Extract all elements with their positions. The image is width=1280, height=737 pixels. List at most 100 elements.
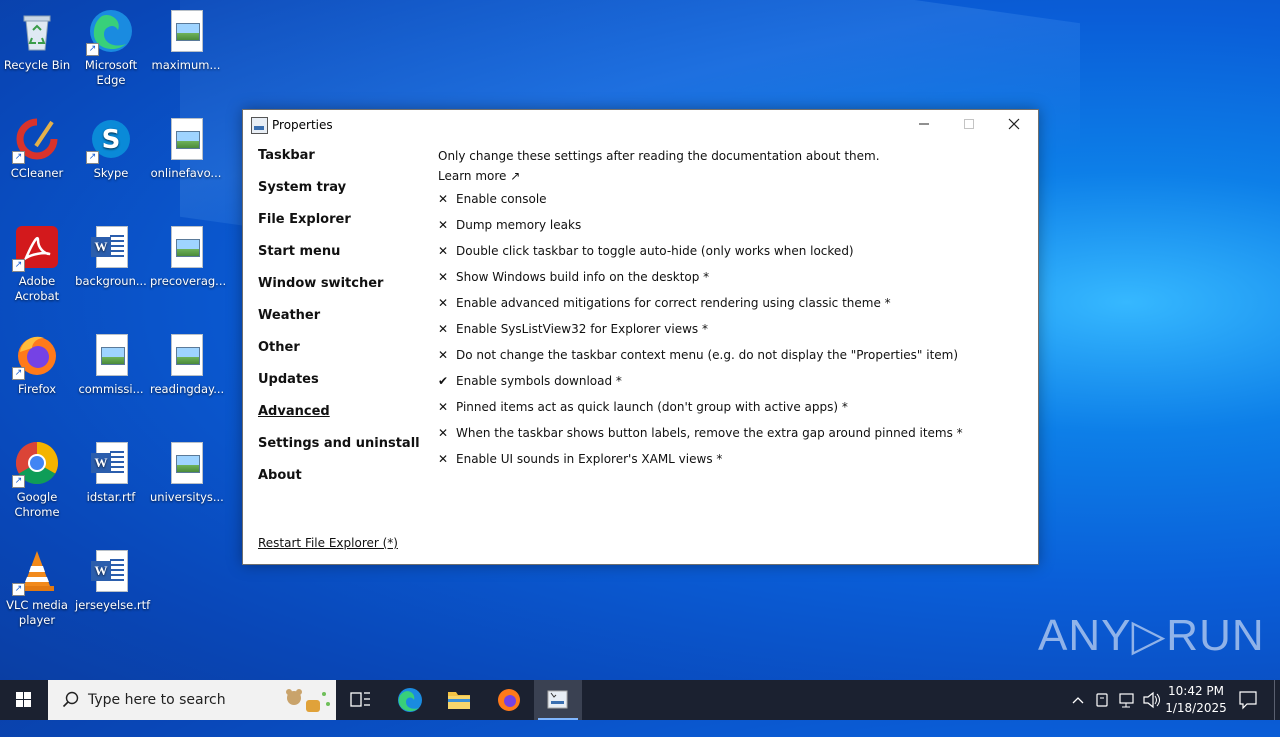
- desktop-icon-skype[interactable]: S ↗ Skype: [75, 116, 147, 181]
- taskbar-file-explorer-button[interactable]: [435, 680, 483, 720]
- desktop-icon-label: maximum...: [151, 58, 221, 72]
- action-center-button[interactable]: [1236, 680, 1260, 720]
- image-file-icon: [163, 332, 209, 378]
- desktop-icon-recycle-bin[interactable]: Recycle Bin: [1, 8, 73, 73]
- option-ui-sounds-xaml[interactable]: ✕ Enable UI sounds in Explorer's XAML vie…: [438, 446, 1018, 472]
- image-file-icon: [163, 440, 209, 486]
- image-file-icon: [163, 116, 209, 162]
- shortcut-arrow-icon: ↗: [12, 367, 25, 380]
- network-button[interactable]: [1116, 680, 1138, 720]
- word-document-icon: W: [88, 440, 134, 486]
- nav-item-advanced[interactable]: Advanced: [258, 404, 428, 436]
- option-advanced-mitigations[interactable]: ✕ Enable advanced mitigations for correct…: [438, 290, 1018, 316]
- desktop-icon-image-file[interactable]: universitys...: [150, 440, 224, 505]
- microsoft-edge-icon: [398, 688, 422, 712]
- nav-item-weather[interactable]: Weather: [258, 308, 428, 340]
- taskbar-edge-button[interactable]: [386, 680, 434, 720]
- desktop-icon-label: idstar.rtf: [86, 490, 136, 504]
- learn-more-link[interactable]: Learn more ↗: [438, 166, 520, 186]
- option-show-build-info[interactable]: ✕ Show Windows build info on the desktop …: [438, 264, 1018, 290]
- desktop-icon-google-chrome[interactable]: ↗ Google Chrome: [1, 440, 73, 520]
- windows-logo-icon: [16, 692, 32, 708]
- ccleaner-icon: ↗: [12, 116, 60, 164]
- desktop-icon-image-file[interactable]: commissi...: [75, 332, 147, 397]
- option-syslistview32[interactable]: ✕ Enable SysListView32 for Explorer views…: [438, 316, 1018, 342]
- skype-icon: S ↗: [86, 116, 134, 164]
- desktop-icon-rtf-file[interactable]: W backgroun...: [75, 224, 147, 289]
- nav-item-about[interactable]: About: [258, 468, 428, 500]
- taskbar-properties-app-button[interactable]: [534, 680, 582, 720]
- nav-item-taskbar[interactable]: Taskbar: [258, 148, 428, 180]
- option-remove-extra-gap[interactable]: ✕ When the taskbar shows button labels, r…: [438, 420, 1018, 446]
- taskbar: Type here to search 10:42 PM 1/18/2025: [0, 680, 1280, 720]
- unchecked-x-icon: ✕: [438, 426, 449, 440]
- nav-item-settings-and-uninstall[interactable]: Settings and uninstall: [258, 436, 428, 468]
- show-hidden-icons-button[interactable]: [1068, 680, 1088, 720]
- desktop-icon-label: Google Chrome: [14, 490, 60, 519]
- taskbar-firefox-button[interactable]: [485, 680, 533, 720]
- nav-item-updates[interactable]: Updates: [258, 372, 428, 404]
- nav-item-other[interactable]: Other: [258, 340, 428, 372]
- option-label: Enable console: [456, 192, 547, 206]
- nav-item-window-switcher[interactable]: Window switcher: [258, 276, 428, 308]
- show-desktop-button[interactable]: [1274, 680, 1280, 720]
- anyrun-watermark: ANY▷RUN: [1038, 611, 1265, 660]
- nav-item-file-explorer[interactable]: File Explorer: [258, 212, 428, 244]
- option-taskbar-context-menu[interactable]: ✕ Do not change the taskbar context menu …: [438, 342, 1018, 368]
- window-titlebar[interactable]: Properties: [243, 110, 1038, 140]
- desktop-icon-ccleaner[interactable]: ↗ CCleaner: [1, 116, 73, 181]
- search-highlight-illustration-icon: [276, 684, 332, 716]
- option-pinned-quick-launch[interactable]: ✕ Pinned items act as quick launch (don't…: [438, 394, 1018, 420]
- folder-icon: [448, 692, 470, 709]
- word-document-icon: W: [88, 224, 134, 270]
- task-view-button[interactable]: [336, 680, 384, 720]
- desktop-icon-microsoft-edge[interactable]: ↗ Microsoft Edge: [75, 8, 147, 88]
- desktop-icon-label: Adobe Acrobat: [14, 274, 60, 303]
- desktop-icon-label: onlinefavo...: [150, 166, 222, 180]
- start-button[interactable]: [0, 680, 48, 720]
- option-label: Double click taskbar to toggle auto-hide…: [456, 244, 854, 258]
- app-window-icon: [547, 690, 568, 709]
- desktop-icon-adobe-acrobat[interactable]: ↗ Adobe Acrobat: [1, 224, 73, 304]
- desktop-icon-label: universitys...: [150, 490, 224, 504]
- app-window-icon: [251, 117, 268, 134]
- option-double-click-auto-hide[interactable]: ✕ Double click taskbar to toggle auto-hid…: [438, 238, 1018, 264]
- option-symbols-download[interactable]: ✔ Enable symbols download *: [438, 368, 1018, 394]
- speaker-icon: [1143, 691, 1160, 709]
- taskbar-search-box[interactable]: Type here to search: [48, 680, 336, 720]
- shortcut-arrow-icon: ↗: [86, 43, 99, 56]
- image-file-icon: [88, 332, 134, 378]
- desktop-icon-image-file[interactable]: precoverag...: [150, 224, 226, 289]
- restart-file-explorer-link[interactable]: Restart File Explorer (*): [258, 536, 398, 550]
- system-clock[interactable]: 10:42 PM 1/18/2025: [1160, 683, 1232, 717]
- nav-item-system-tray[interactable]: System tray: [258, 180, 428, 212]
- desktop-icon-firefox[interactable]: ↗ Firefox: [1, 332, 73, 397]
- option-label: Show Windows build info on the desktop *: [456, 270, 710, 284]
- volume-button[interactable]: [1140, 680, 1162, 720]
- desktop-icon-image-file[interactable]: onlinefavo...: [150, 116, 222, 181]
- close-button[interactable]: [991, 110, 1037, 140]
- desktop-icon-label: Skype: [93, 166, 129, 180]
- minimize-button[interactable]: [901, 110, 947, 140]
- tray-device-button[interactable]: [1092, 680, 1112, 720]
- desktop-icon-rtf-file[interactable]: W idstar.rtf: [75, 440, 147, 505]
- desktop-icon-label: Firefox: [17, 382, 57, 396]
- svg-text:S: S: [102, 125, 121, 155]
- desktop-icon-rtf-file[interactable]: W jerseyelse.rtf: [75, 548, 150, 613]
- close-icon: [1008, 118, 1020, 130]
- option-enable-console[interactable]: ✕ Enable console: [438, 186, 1018, 212]
- notification-icon: [1239, 691, 1257, 710]
- google-chrome-icon: ↗: [12, 440, 60, 488]
- firefox-icon: [498, 689, 520, 711]
- desktop-icon-image-file[interactable]: readingday...: [150, 332, 224, 397]
- desktop-icon-image-file[interactable]: maximum...: [150, 8, 222, 73]
- network-icon: [1119, 693, 1134, 708]
- option-dump-memory-leaks[interactable]: ✕ Dump memory leaks: [438, 212, 1018, 238]
- desktop-icon-vlc[interactable]: ↗ VLC media player: [1, 548, 73, 628]
- maximize-icon: [964, 119, 974, 129]
- image-file-icon: [163, 224, 209, 270]
- checkmark-icon: ✔: [438, 374, 449, 388]
- nav-item-start-menu[interactable]: Start menu: [258, 244, 428, 276]
- maximize-button[interactable]: [946, 110, 992, 140]
- shortcut-arrow-icon: ↗: [12, 259, 25, 272]
